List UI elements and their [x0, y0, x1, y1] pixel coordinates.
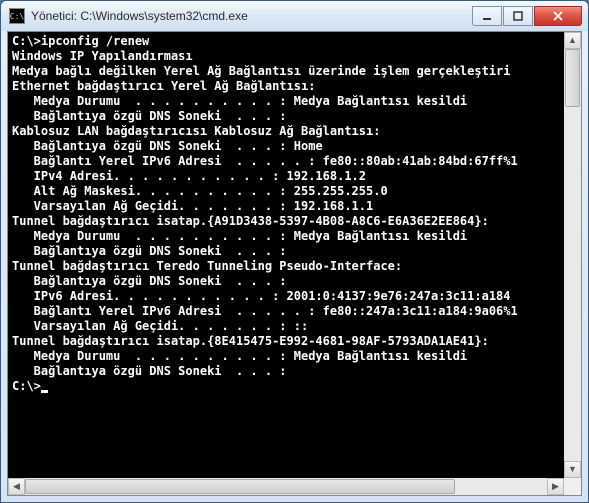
console-line: Bağlantıya özgü DNS Soneki . . . : Home	[12, 139, 560, 154]
console-line: Varsayılan Ağ Geçidi. . . . . . . : ::	[12, 319, 560, 334]
console-line: C:\>ipconfig /renew	[12, 34, 560, 49]
horizontal-scroll-track[interactable]	[25, 478, 547, 495]
minimize-icon	[482, 11, 492, 21]
vertical-scroll-track[interactable]	[564, 49, 581, 461]
console-line: Bağlantı Yerel IPv6 Adresi . . . . . : f…	[12, 154, 560, 169]
horizontal-scroll-thumb[interactable]	[25, 479, 455, 494]
console-line: Medya bağlı değilken Yerel Ağ Bağlantısı…	[12, 64, 560, 79]
console-line: Kablosuz LAN bağdaştırıcısı Kablosuz Ağ …	[12, 124, 560, 139]
console-line: Tunnel bağdaştırıcı isatap.{8E415475-E99…	[12, 334, 560, 349]
maximize-button[interactable]	[503, 6, 533, 26]
console-line: IPv4 Adresi. . . . . . . . . . . : 192.1…	[12, 169, 560, 184]
console-line: Tunnel bağdaştırıcı Teredo Tunneling Pse…	[12, 259, 560, 274]
console-line: Bağlantı Yerel IPv6 Adresi . . . . . : f…	[12, 304, 560, 319]
chevron-right-icon: ▶	[552, 482, 559, 491]
console-line: IPv6 Adresi. . . . . . . . . . . : 2001:…	[12, 289, 560, 304]
chevron-up-icon: ▲	[568, 36, 577, 45]
minimize-button[interactable]	[472, 6, 502, 26]
close-button[interactable]	[534, 6, 582, 26]
console-line: Medya Durumu . . . . . . . . . . : Medya…	[12, 229, 560, 244]
console-line: Ethernet bağdaştırıcı Yerel Ağ Bağlantıs…	[12, 79, 560, 94]
scroll-up-button[interactable]: ▲	[564, 32, 581, 49]
vertical-scroll-thumb[interactable]	[565, 49, 580, 107]
console-line: Alt Ağ Maskesi. . . . . . . . . . : 255.…	[12, 184, 560, 199]
scroll-down-button[interactable]: ▼	[564, 461, 581, 478]
console-line: Varsayılan Ağ Geçidi. . . . . . . : 192.…	[12, 199, 560, 214]
cmd-window: C:\ Yönetici: C:\Windows\system32\cmd.ex…	[0, 0, 589, 503]
cmd-icon: C:\	[9, 8, 25, 24]
vertical-scrollbar[interactable]: ▲ ▼	[564, 32, 581, 478]
scrollbar-corner	[564, 478, 581, 495]
horizontal-scrollbar[interactable]: ◀ ▶	[8, 478, 564, 495]
chevron-left-icon: ◀	[13, 482, 20, 491]
console-line: Windows IP Yapılandırması	[12, 49, 560, 64]
console-line: Bağlantıya özgü DNS Soneki . . . :	[12, 244, 560, 259]
window-controls	[471, 6, 582, 26]
console-line: Bağlantıya özgü DNS Soneki . . . :	[12, 109, 560, 124]
console-area: C:\>ipconfig /renewWindows IP Yapılandır…	[7, 31, 582, 496]
titlebar[interactable]: C:\ Yönetici: C:\Windows\system32\cmd.ex…	[1, 1, 588, 31]
scroll-right-button[interactable]: ▶	[547, 478, 564, 495]
window-title: Yönetici: C:\Windows\system32\cmd.exe	[31, 9, 471, 23]
console-line: Tunnel bağdaştırıcı isatap.{A91D3438-539…	[12, 214, 560, 229]
console-line: Medya Durumu . . . . . . . . . . : Medya…	[12, 349, 560, 364]
chevron-down-icon: ▼	[568, 465, 577, 474]
console-line: Medya Durumu . . . . . . . . . . : Medya…	[12, 94, 560, 109]
console-line: Bağlantıya özgü DNS Soneki . . . :	[12, 364, 560, 379]
close-icon	[552, 11, 564, 21]
scroll-left-button[interactable]: ◀	[8, 478, 25, 495]
cursor	[41, 390, 48, 393]
maximize-icon	[513, 11, 523, 21]
console-line: Bağlantıya özgü DNS Soneki . . . :	[12, 274, 560, 289]
console-line: C:\>	[12, 379, 560, 394]
console-output[interactable]: C:\>ipconfig /renewWindows IP Yapılandır…	[8, 32, 564, 478]
